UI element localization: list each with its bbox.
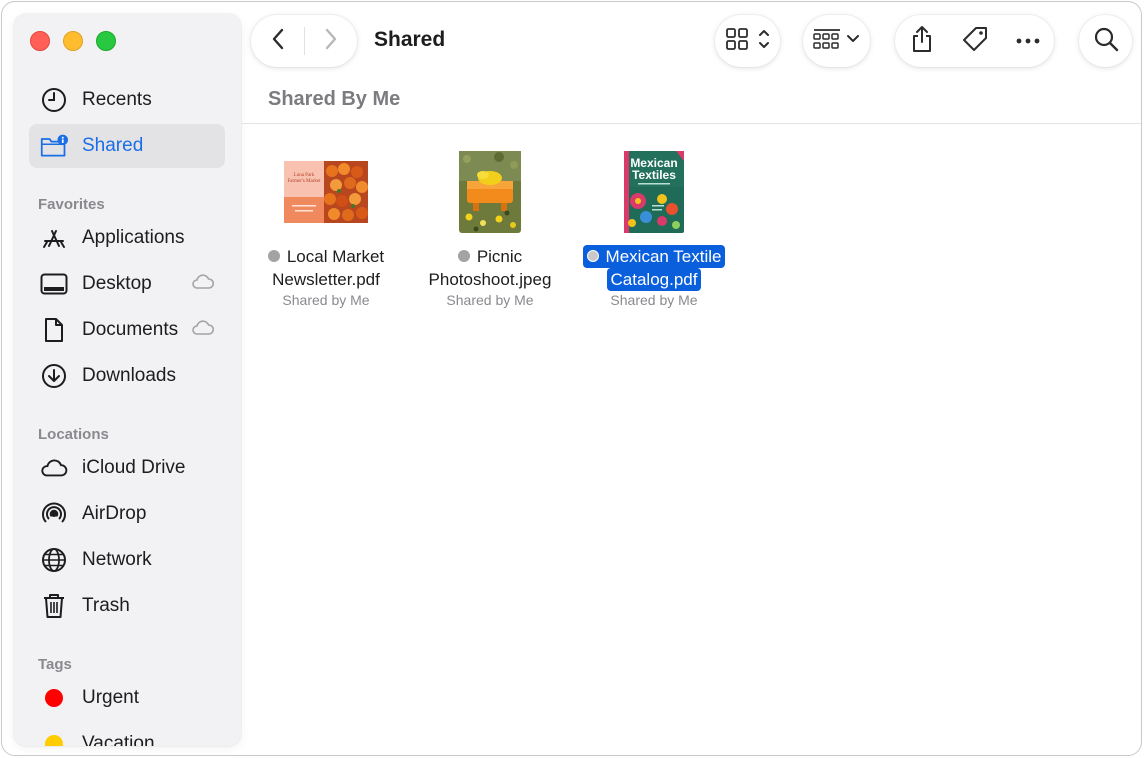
file-name-text: Mexican Textile	[606, 247, 722, 266]
file-item-local-market-newsletter[interactable]: Luna Park Farmer's Market Local Market N…	[236, 147, 416, 308]
sidebar-item-recents[interactable]: Recents	[29, 78, 225, 122]
sidebar-item-label: iCloud Drive	[82, 457, 185, 479]
minimize-window-button[interactable]	[63, 31, 83, 51]
view-mode-button[interactable]	[715, 15, 780, 67]
file-subtitle: Shared by Me	[400, 292, 580, 308]
sidebar-item-label: Desktop	[82, 273, 152, 295]
picnic-photo-thumbnail	[459, 151, 521, 233]
sidebar-item-label: Recents	[82, 89, 152, 111]
forward-button[interactable]	[305, 15, 357, 67]
share-icon	[910, 25, 934, 58]
sidebar-item-label: Applications	[82, 227, 184, 249]
tag-color-dot	[40, 684, 68, 712]
back-button[interactable]	[251, 15, 304, 67]
file-name-line2: Photoshoot.jpeg	[425, 268, 556, 291]
applications-icon	[40, 224, 68, 252]
download-icon	[40, 362, 68, 390]
globe-icon	[40, 546, 68, 574]
file-thumbnail: Mexican Textiles	[564, 147, 744, 237]
sidebar-item-label: AirDrop	[82, 503, 146, 525]
sidebar-item-airdrop[interactable]: AirDrop	[29, 492, 225, 536]
shared-status-dot	[458, 250, 470, 262]
sidebar-item-documents[interactable]: Documents	[29, 308, 225, 352]
tag-icon	[961, 25, 989, 58]
chevron-right-icon	[324, 28, 338, 55]
sidebar-item-trash[interactable]: Trash	[29, 584, 225, 628]
close-window-button[interactable]	[30, 31, 50, 51]
trash-icon	[40, 592, 68, 620]
file-name-line2: Catalog.pdf	[607, 268, 702, 291]
navigation-buttons	[251, 15, 357, 67]
file-subtitle: Shared by Me	[564, 292, 744, 308]
tag-button[interactable]	[948, 15, 1001, 67]
actions-toolbar	[895, 15, 1054, 67]
catalog-title-2: Textiles	[632, 168, 676, 182]
cloud-icon	[40, 454, 68, 482]
catalog-thumbnail: Mexican Textiles	[624, 151, 684, 233]
sidebar-item-tag-urgent[interactable]: Urgent	[29, 676, 225, 720]
search-button[interactable]	[1079, 15, 1132, 67]
file-name-line1: Mexican Textile	[583, 245, 726, 268]
sidebar-item-label: Vacation	[82, 733, 155, 746]
group-by-button[interactable]	[803, 15, 870, 67]
desktop-icon	[40, 270, 68, 298]
sidebar-item-label: Documents	[82, 319, 178, 341]
section-title: Shared By Me	[268, 88, 400, 111]
sidebar-item-network[interactable]: Network	[29, 538, 225, 582]
file-name-line1: Picnic	[454, 245, 526, 268]
svg-text:Farmer's Market: Farmer's Market	[288, 179, 322, 184]
search-icon	[1093, 26, 1119, 57]
sidebar-item-downloads[interactable]: Downloads	[29, 354, 225, 398]
newsletter-thumbnail: Luna Park Farmer's Market	[284, 161, 368, 223]
ellipsis-icon	[1015, 32, 1041, 50]
file-item-mexican-textile-catalog[interactable]: Mexican Textiles Mexican Textile Catalog…	[564, 147, 744, 308]
chevron-left-icon	[271, 28, 285, 55]
shared-status-dot	[587, 250, 599, 262]
tag-color-dot	[40, 730, 68, 746]
sidebar-item-label: Trash	[82, 595, 130, 617]
file-name-text: Local Market	[287, 247, 384, 266]
zoom-window-button[interactable]	[96, 31, 116, 51]
sidebar-item-shared[interactable]: Shared	[29, 124, 225, 168]
icloud-status-icon	[191, 273, 215, 297]
more-actions-button[interactable]	[1001, 15, 1054, 67]
file-name-line1: Local Market	[264, 245, 388, 268]
sidebar-item-label: Downloads	[82, 365, 176, 387]
sidebar-item-applications[interactable]: Applications	[29, 216, 225, 260]
file-thumbnail: Luna Park Farmer's Market	[236, 147, 416, 237]
sidebar-item-tag-vacation[interactable]: Vacation	[29, 722, 225, 746]
file-thumbnail	[400, 147, 580, 237]
sidebar-item-label: Network	[82, 549, 152, 571]
icon-view-grid-icon	[725, 26, 771, 57]
document-icon	[40, 316, 68, 344]
file-name-line2: Newsletter.pdf	[268, 268, 384, 291]
favorites-header: Favorites	[38, 196, 105, 213]
file-name-text: Picnic	[477, 247, 522, 266]
share-button[interactable]	[895, 15, 948, 67]
file-subtitle: Shared by Me	[236, 292, 416, 308]
shared-status-dot	[268, 250, 280, 262]
sidebar-item-desktop[interactable]: Desktop	[29, 262, 225, 306]
sidebar-item-label: Shared	[82, 135, 143, 157]
sidebar-item-icloud-drive[interactable]: iCloud Drive	[29, 446, 225, 490]
finder-window: Recents Shared Favorites Applications De…	[1, 1, 1142, 756]
svg-text:Luna Park: Luna Park	[294, 173, 315, 178]
shared-folder-icon	[40, 132, 68, 160]
airdrop-icon	[40, 500, 68, 528]
divider	[241, 123, 1142, 124]
sidebar-item-label: Urgent	[82, 687, 139, 709]
locations-header: Locations	[38, 426, 109, 443]
sidebar: Recents Shared Favorites Applications De…	[14, 14, 241, 746]
tags-header: Tags	[38, 656, 72, 673]
window-title: Shared	[374, 28, 445, 52]
clock-icon	[40, 86, 68, 114]
file-item-picnic-photoshoot[interactable]: Picnic Photoshoot.jpeg Shared by Me	[400, 147, 580, 308]
window-controls	[30, 31, 116, 51]
icloud-status-icon	[191, 319, 215, 343]
group-grid-icon	[812, 27, 862, 56]
